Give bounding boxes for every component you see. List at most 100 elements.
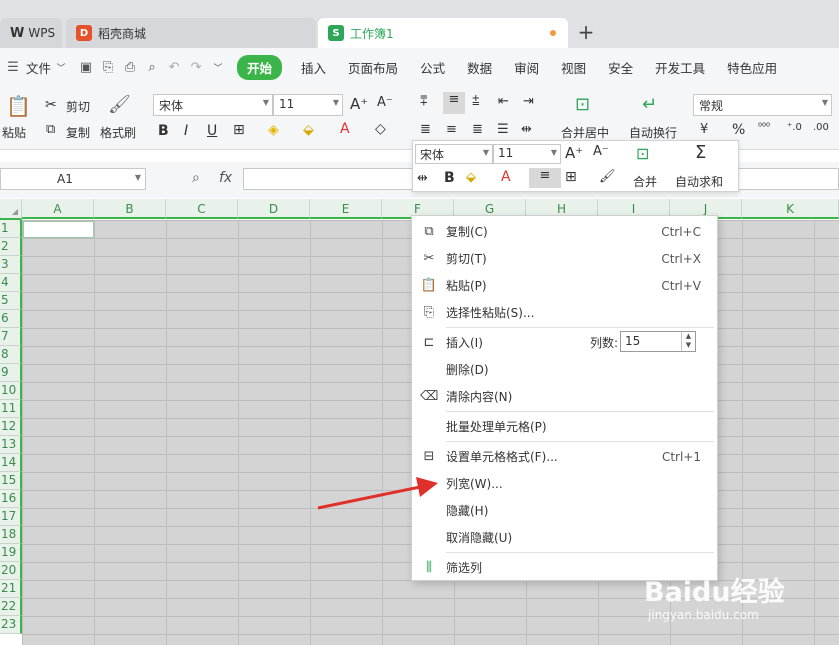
tab-wps-home[interactable]: W WPS bbox=[0, 18, 62, 48]
menu-cut[interactable]: ✂ 剪切(T) Ctrl+X bbox=[412, 245, 717, 272]
tab-workbook[interactable]: S 工作簿1 bbox=[318, 18, 568, 48]
percent-icon[interactable]: % bbox=[732, 122, 745, 138]
mini-autosum-button[interactable]: 自动求和 bbox=[675, 173, 723, 190]
spinner-buttons[interactable]: ▲ ▼ bbox=[681, 332, 695, 351]
row-header[interactable]: 18 bbox=[0, 526, 22, 544]
paste-icon[interactable]: 📋 bbox=[6, 94, 31, 118]
mini-font-size-select[interactable]: 11 ▼ bbox=[493, 144, 561, 164]
print-preview-icon[interactable]: ⌕ bbox=[141, 60, 163, 75]
quick-access-dropdown-icon[interactable]: ﹀ bbox=[207, 61, 229, 74]
menu-security[interactable]: 安全 bbox=[597, 58, 644, 77]
menu-data[interactable]: 数据 bbox=[456, 58, 503, 77]
row-header[interactable]: 21 bbox=[0, 580, 22, 598]
menu-batch[interactable]: 批量处理单元格(P) bbox=[412, 413, 717, 440]
row-header[interactable]: 4 bbox=[0, 274, 22, 292]
align-bottom-icon[interactable]: ⩲ bbox=[472, 94, 480, 109]
row-header[interactable]: 9 bbox=[0, 364, 22, 382]
row-header[interactable]: 16 bbox=[0, 490, 22, 508]
row-header[interactable]: 7 bbox=[0, 328, 22, 346]
mini-merge-icon[interactable]: ⊡ bbox=[636, 144, 649, 163]
format-painter-button[interactable]: 格式刷 bbox=[100, 124, 136, 141]
font-size-select[interactable]: 11 ▼ bbox=[273, 94, 343, 116]
column-header[interactable]: D bbox=[238, 199, 310, 219]
align-right-icon[interactable]: ≣ bbox=[472, 122, 483, 137]
paste-button[interactable]: 粘贴 bbox=[2, 124, 26, 141]
row-header[interactable]: 6 bbox=[0, 310, 22, 328]
menu-dev-tools[interactable]: 开发工具 bbox=[644, 58, 716, 77]
row-header[interactable]: 12 bbox=[0, 418, 22, 436]
row-header[interactable]: 19 bbox=[0, 544, 22, 562]
format-painter-icon[interactable]: 🖌 bbox=[108, 94, 131, 115]
print-icon[interactable]: ⎙ bbox=[119, 60, 141, 75]
clear-format-icon[interactable]: ◇ bbox=[375, 121, 386, 137]
justify-icon[interactable]: ☰ bbox=[497, 122, 509, 137]
menu-unhide[interactable]: 取消隐藏(U) bbox=[412, 524, 717, 551]
menu-special[interactable]: 特色应用 bbox=[716, 58, 788, 77]
wrap-text-icon[interactable]: ↵ bbox=[642, 94, 657, 115]
insert-count-spinner[interactable]: 15 ▲ ▼ bbox=[620, 331, 696, 352]
new-tab-button[interactable]: + bbox=[576, 20, 596, 44]
indent-increase-icon[interactable]: ⇥ bbox=[523, 94, 534, 109]
menu-view[interactable]: 视图 bbox=[550, 58, 597, 77]
row-header[interactable]: 11 bbox=[0, 400, 22, 418]
thousands-icon[interactable]: ⁰⁰⁰ bbox=[758, 122, 770, 133]
currency-icon[interactable]: ¥ bbox=[700, 122, 708, 137]
underline-icon[interactable]: U bbox=[207, 123, 217, 139]
highlight-icon[interactable]: ⬙ bbox=[303, 122, 314, 138]
font-color-icon[interactable]: A bbox=[340, 121, 350, 137]
increase-decimal-icon[interactable]: ⁺.0 bbox=[787, 122, 802, 133]
mini-fill-color-icon[interactable]: ⬙ bbox=[466, 170, 476, 185]
zoom-icon[interactable]: ⌕ bbox=[192, 170, 200, 186]
select-all-corner[interactable]: ◢ bbox=[0, 199, 22, 220]
row-header[interactable]: 15 bbox=[0, 472, 22, 490]
row-header[interactable]: 14 bbox=[0, 454, 22, 472]
menu-column-width[interactable]: ⇔ 列宽(W)... bbox=[412, 470, 717, 497]
menu-page-layout[interactable]: 页面布局 bbox=[337, 58, 409, 77]
align-center-icon[interactable]: ≡ bbox=[446, 122, 457, 137]
mini-font-color-icon[interactable]: A bbox=[501, 169, 511, 185]
copy-button[interactable]: 复制 bbox=[66, 124, 90, 141]
italic-icon[interactable]: I bbox=[184, 123, 188, 139]
row-header[interactable]: 10 bbox=[0, 382, 22, 400]
mini-autosum-icon[interactable]: Σ bbox=[695, 142, 706, 163]
mini-border-icon[interactable]: ⊞ bbox=[565, 169, 577, 185]
distributed-icon[interactable]: ⇹ bbox=[521, 122, 532, 137]
menu-formula[interactable]: 公式 bbox=[409, 58, 456, 77]
spin-up-icon[interactable]: ▲ bbox=[682, 332, 695, 341]
menu-delete[interactable]: 删除(D) bbox=[412, 356, 717, 383]
column-header[interactable]: C bbox=[166, 199, 238, 219]
menu-hide[interactable]: 隐藏(H) bbox=[412, 497, 717, 524]
cut-button[interactable]: 剪切 bbox=[66, 98, 90, 115]
decrease-font-icon[interactable]: A⁻ bbox=[377, 95, 393, 110]
row-header[interactable]: 13 bbox=[0, 436, 22, 454]
row-header[interactable]: 17 bbox=[0, 508, 22, 526]
hamburger-menu-icon[interactable]: ☰ bbox=[2, 60, 24, 75]
mini-decrease-font-icon[interactable]: A⁻ bbox=[593, 144, 609, 159]
tab-docer-store[interactable]: D 稻壳商城 bbox=[66, 18, 316, 48]
wrap-text-button[interactable]: 自动换行 bbox=[629, 124, 677, 141]
align-left-icon[interactable]: ≣ bbox=[420, 122, 431, 137]
row-header[interactable]: 20 bbox=[0, 562, 22, 580]
font-name-select[interactable]: 宋体 ▼ bbox=[153, 94, 273, 116]
spin-down-icon[interactable]: ▼ bbox=[682, 341, 695, 350]
menu-paste[interactable]: 📋 粘贴(P) Ctrl+V bbox=[412, 272, 717, 299]
column-header[interactable]: B bbox=[94, 199, 166, 219]
mini-align-center-icon[interactable]: ≡ bbox=[529, 168, 561, 188]
row-header[interactable]: 22 bbox=[0, 598, 22, 616]
row-header[interactable]: 8 bbox=[0, 346, 22, 364]
merge-center-icon[interactable]: ⊡ bbox=[575, 94, 590, 115]
undo-icon[interactable]: ↶ bbox=[163, 60, 185, 75]
menu-paste-special[interactable]: ⎘ 选择性粘贴(S)... bbox=[412, 299, 717, 326]
increase-font-icon[interactable]: A⁺ bbox=[350, 95, 368, 113]
save-icon[interactable]: ▣ bbox=[75, 60, 97, 75]
menu-format-cells[interactable]: ⊟ 设置单元格格式(F)... Ctrl+1 bbox=[412, 443, 717, 470]
row-header[interactable]: 5 bbox=[0, 292, 22, 310]
mini-format-painter-icon[interactable]: 🖌 bbox=[599, 169, 616, 184]
column-header[interactable]: E bbox=[310, 199, 382, 219]
row-header[interactable]: 1 bbox=[0, 220, 22, 238]
merge-center-button[interactable]: 合并居中 bbox=[561, 124, 609, 141]
border-icon[interactable]: ⊞ bbox=[233, 122, 245, 138]
menu-clear[interactable]: ⌫ 清除内容(N) bbox=[412, 383, 717, 410]
decrease-decimal-icon[interactable]: .00 bbox=[813, 122, 829, 133]
row-header[interactable]: 3 bbox=[0, 256, 22, 274]
